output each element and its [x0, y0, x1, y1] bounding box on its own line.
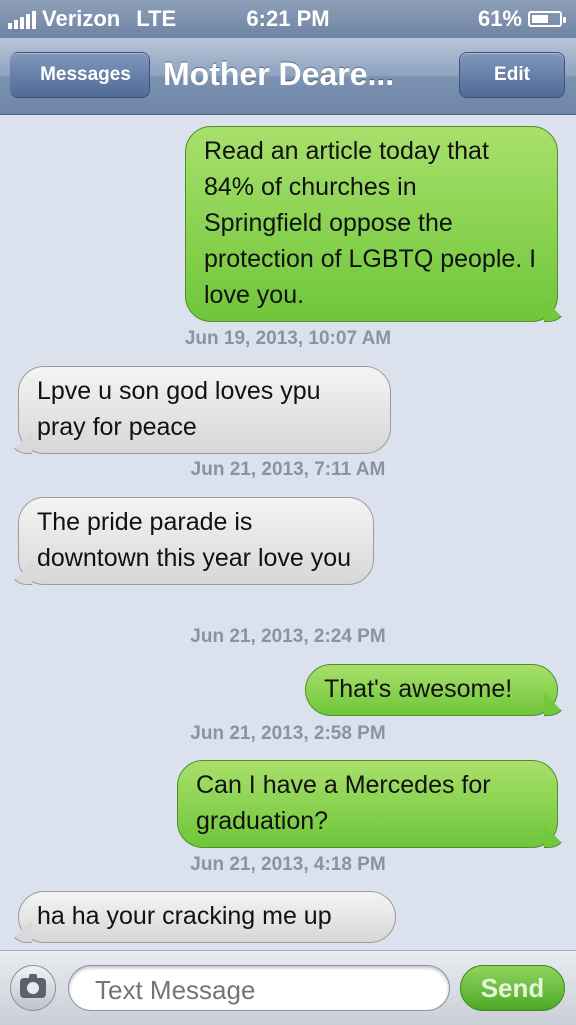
- edit-button[interactable]: Edit: [459, 52, 565, 98]
- message-bubble-incoming: Lpve u son god loves ypu pray for peace: [18, 366, 391, 454]
- message-text: Lpve u son god loves ypu pray for peace: [37, 377, 321, 441]
- send-button-label: Send: [480, 972, 545, 1003]
- battery-fill: [532, 15, 548, 23]
- message-thread[interactable]: Read an article today that 84% of church…: [0, 114, 576, 950]
- message-input[interactable]: [68, 965, 450, 1011]
- camera-button[interactable]: [10, 965, 56, 1011]
- edit-button-label: Edit: [494, 64, 530, 85]
- conversation-title: Mother Deare...: [163, 56, 395, 92]
- back-button[interactable]: Messages: [10, 52, 150, 98]
- back-button-label: Messages: [40, 64, 131, 85]
- message-bubble-outgoing: Can I have a Mercedes for graduation?: [177, 760, 558, 848]
- message-text: Can I have a Mercedes for graduation?: [196, 771, 491, 835]
- message-text: That's awesome!: [324, 675, 513, 703]
- message-text: The pride parade is downtown this year l…: [37, 508, 352, 572]
- navigation-bar: Messages Mother Deare... Edit: [0, 38, 576, 115]
- message-text: ha ha your cracking me up: [37, 902, 332, 930]
- camera-icon: [20, 974, 46, 998]
- battery-icon: [528, 11, 566, 27]
- battery-percent: 61%: [477, 6, 522, 31]
- message-bubble-outgoing: Read an article today that 84% of church…: [185, 126, 558, 322]
- message-bubble-outgoing: That's awesome!: [305, 664, 558, 716]
- message-bubble-incoming: ha ha your cracking me up: [18, 891, 396, 943]
- send-button[interactable]: Send: [460, 965, 565, 1011]
- message-bubble-incoming: The pride parade is downtown this year l…: [18, 497, 374, 585]
- message-timestamp: Jun 19, 2013, 10:07 AM: [184, 328, 392, 349]
- message-timestamp: Jun 21, 2013, 7:11 AM: [190, 459, 386, 480]
- message-text: Read an article today that 84% of church…: [204, 137, 537, 309]
- message-timestamp: Jun 21, 2013, 2:24 PM: [190, 626, 386, 647]
- compose-bar: Send: [0, 950, 576, 1025]
- message-timestamp: Jun 21, 2013, 2:58 PM: [190, 723, 386, 744]
- status-right: 61%: [477, 6, 566, 32]
- message-timestamp: Jun 21, 2013, 4:18 PM: [190, 854, 386, 875]
- status-bar: Verizon LTE 6:21 PM 61%: [0, 0, 576, 38]
